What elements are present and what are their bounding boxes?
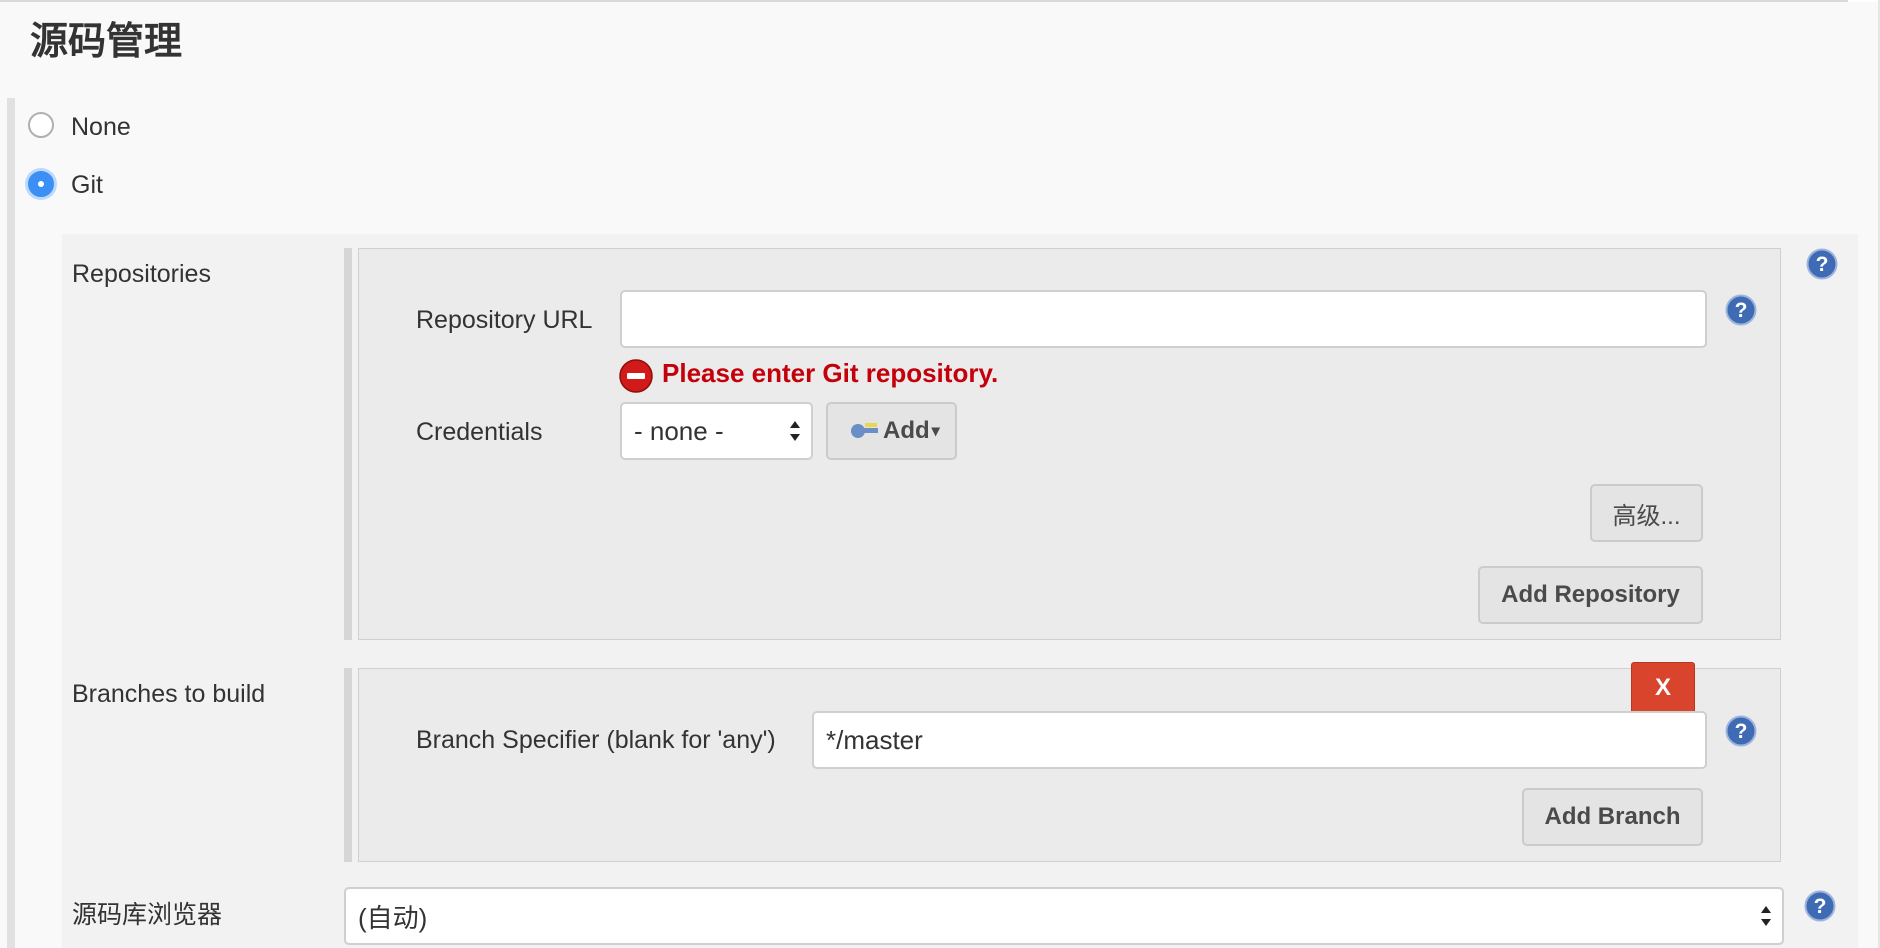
branches-label: Branches to build bbox=[72, 680, 266, 708]
scm-option-none-label[interactable]: None bbox=[71, 112, 131, 142]
add-repository-button[interactable]: Add Repository bbox=[1478, 566, 1703, 624]
repository-browser-selected-value: (自动) bbox=[358, 902, 428, 933]
repository-browser-label: 源码库浏览器 bbox=[72, 901, 223, 929]
error-icon bbox=[619, 359, 653, 398]
repository-url-help-icon[interactable]: ? bbox=[1725, 294, 1757, 331]
credentials-select[interactable]: - none - bbox=[620, 402, 813, 460]
repositories-help-icon[interactable]: ? bbox=[1806, 248, 1838, 285]
add-credentials-button[interactable]: Add ▾ bbox=[826, 402, 957, 460]
section-indent-bar bbox=[7, 98, 15, 948]
add-branch-button[interactable]: Add Branch bbox=[1522, 788, 1703, 846]
repository-url-error: Please enter Git repository. bbox=[662, 358, 999, 388]
svg-text:?: ? bbox=[1816, 253, 1829, 276]
scm-option-git-label[interactable]: Git bbox=[71, 170, 103, 200]
radio-git[interactable] bbox=[28, 171, 54, 197]
add-credentials-label: Add bbox=[883, 417, 930, 444]
section-title: 源码管理 bbox=[30, 21, 183, 63]
credentials-label: Credentials bbox=[416, 418, 543, 446]
repository-browser-select[interactable]: (自动) bbox=[344, 887, 1784, 945]
advanced-button[interactable]: 高级... bbox=[1590, 484, 1703, 542]
branches-group-bar bbox=[344, 668, 352, 862]
delete-branch-button[interactable]: X bbox=[1631, 662, 1695, 714]
scm-config-page: 源码管理 None Git Repositories ? Repository … bbox=[0, 0, 1880, 948]
svg-text:?: ? bbox=[1735, 299, 1748, 322]
repository-url-input[interactable] bbox=[620, 290, 1707, 348]
radio-none[interactable] bbox=[28, 112, 54, 138]
repository-browser-help-icon[interactable]: ? bbox=[1804, 890, 1836, 927]
svg-text:?: ? bbox=[1735, 720, 1748, 743]
svg-text:?: ? bbox=[1814, 895, 1827, 918]
dropdown-arrow-icon bbox=[790, 421, 800, 441]
repository-url-label: Repository URL bbox=[416, 306, 593, 334]
chevron-down-icon: ▾ bbox=[931, 423, 940, 440]
branch-specifier-input[interactable]: */master bbox=[812, 711, 1707, 769]
top-divider bbox=[0, 0, 1848, 2]
repositories-label: Repositories bbox=[72, 260, 211, 288]
repositories-group-bar bbox=[344, 248, 352, 640]
branch-specifier-label: Branch Specifier (blank for 'any') bbox=[416, 726, 776, 754]
credentials-selected-value: - none - bbox=[634, 415, 724, 446]
key-icon bbox=[851, 423, 878, 438]
dropdown-arrow-icon bbox=[1761, 906, 1771, 926]
branch-specifier-help-icon[interactable]: ? bbox=[1725, 715, 1757, 752]
